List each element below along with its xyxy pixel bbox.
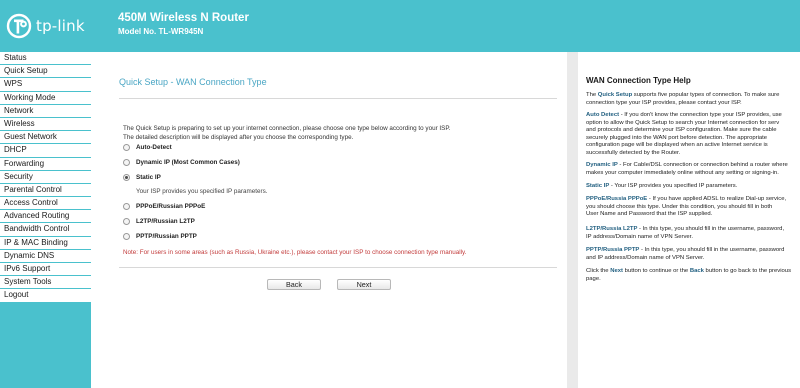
- sidebar-item-quick-setup[interactable]: Quick Setup: [0, 65, 91, 79]
- tp-link-logo-icon: [6, 13, 32, 39]
- sidebar: Status Quick Setup WPS Working Mode Netw…: [0, 52, 91, 388]
- help-auto-detect-l4: securely plugged into the WAN port befor…: [586, 134, 768, 141]
- sidebar-item-access-control[interactable]: Access Control: [0, 197, 91, 211]
- divider-bottom: [119, 267, 557, 268]
- sidebar-item-guest-network[interactable]: Guest Network: [0, 131, 91, 145]
- sidebar-item-dhcp[interactable]: DHCP: [0, 144, 91, 158]
- sidebar-item-system-tools[interactable]: System Tools: [0, 276, 91, 290]
- header-bar: tp-link 450M Wireless N Router Model No.…: [0, 0, 800, 52]
- main-panel: Quick Setup - WAN Connection Type The Qu…: [91, 52, 567, 388]
- help-title: WAN Connection Type Help: [586, 76, 691, 85]
- sidebar-item-dynamic-dns[interactable]: Dynamic DNS: [0, 249, 91, 263]
- option-l2tp[interactable]: L2TP/Russian L2TP: [123, 218, 195, 225]
- radio-static-ip[interactable]: [123, 174, 130, 181]
- help-nav-post: button to go back to the previous: [703, 268, 792, 274]
- sidebar-item-forwarding[interactable]: Forwarding: [0, 157, 91, 171]
- help-auto-detect-l2: option to allow the Quick Setup to searc…: [586, 119, 780, 126]
- help-nav-next: Next: [610, 268, 624, 274]
- help-pptp-l2: and IP address/Domain name of VPN Server…: [586, 254, 705, 261]
- sidebar-item-bandwidth-control[interactable]: Bandwidth Control: [0, 223, 91, 237]
- note-text: Note: For users in some areas (such as R…: [123, 249, 467, 256]
- help-pppoe: PPPoE/Russia PPPoE - If you have applied…: [586, 196, 800, 219]
- help-auto-detect: Auto Detect - If you don't know the conn…: [586, 112, 800, 158]
- help-term-quick-setup: Quick Setup: [597, 92, 633, 98]
- help-intro: The Quick Setup supports five popular ty…: [586, 92, 800, 107]
- help-dynamic-ip: Dynamic IP - For Cable/DSL connection or…: [586, 162, 800, 177]
- panel-divider: [567, 52, 578, 388]
- page-title: Quick Setup - WAN Connection Type: [119, 77, 267, 87]
- help-pptp: PPTP/Russia PPTP - In this type, you sho…: [586, 247, 800, 262]
- sidebar-item-network[interactable]: Network: [0, 104, 91, 118]
- help-term-auto-detect: Auto Detect: [586, 112, 620, 118]
- help-pppoe-l2: you should choose this type. Under this …: [586, 203, 773, 210]
- help-l2tp: L2TP/Russia L2TP - In this type, you sho…: [586, 226, 800, 241]
- help-term-pptp: PPTP/Russia PPTP: [586, 247, 640, 253]
- sidebar-item-working-mode[interactable]: Working Mode: [0, 91, 91, 105]
- help-l2tp-l2: IP address/Domain name of VPN Server.: [586, 233, 693, 240]
- help-nav-pre: Click the: [586, 268, 611, 274]
- help-auto-detect-l1: - If you don't know the connection type …: [619, 112, 782, 118]
- option-label-pptp: PPTP/Russian PPTP: [136, 233, 197, 240]
- help-auto-detect-l5: configuration page will be displayed whe…: [586, 142, 768, 149]
- help-pppoe-l1: - If you have applied ADSL to realize Di…: [647, 196, 787, 202]
- sidebar-item-wireless[interactable]: Wireless: [0, 117, 91, 132]
- next-button[interactable]: Next: [337, 279, 391, 290]
- help-static-ip-l1: - Your ISP provides you specified IP par…: [609, 183, 738, 189]
- sidebar-item-parental-control[interactable]: Parental Control: [0, 183, 91, 198]
- option-auto-detect[interactable]: Auto-Detect: [123, 144, 172, 151]
- radio-pppoe[interactable]: [123, 203, 130, 210]
- sidebar-item-advanced-routing[interactable]: Advanced Routing: [0, 210, 91, 224]
- option-pptp[interactable]: PPTP/Russian PPTP: [123, 233, 197, 240]
- static-ip-description: Your ISP provides you specified IP param…: [136, 188, 268, 195]
- help-nav-l2: page.: [586, 275, 601, 282]
- back-button[interactable]: Back: [267, 279, 321, 290]
- help-panel: WAN Connection Type Help The Quick Setup…: [578, 52, 800, 388]
- option-label-auto-detect: Auto-Detect: [136, 144, 172, 151]
- option-static-ip[interactable]: Static IP: [123, 174, 161, 181]
- option-pppoe[interactable]: PPPoE/Russian PPPoE: [123, 203, 205, 210]
- sidebar-item-ip-mac-binding[interactable]: IP & MAC Binding: [0, 236, 91, 250]
- help-term-pppoe: PPPoE/Russia PPPoE: [586, 196, 648, 202]
- help-intro-line2: connection type your ISP provides, pleas…: [586, 99, 742, 106]
- help-auto-detect-l3: and protocols and determine your ISP con…: [586, 127, 777, 134]
- help-dynamic-ip-l2: makes your computer immediately online w…: [586, 169, 779, 176]
- help-term-dynamic-ip: Dynamic IP: [586, 162, 618, 168]
- option-label-l2tp: L2TP/Russian L2TP: [136, 218, 195, 225]
- help-navigation: Click the Next button to continue or the…: [586, 268, 800, 283]
- tp-link-logo[interactable]: tp-link: [6, 12, 108, 40]
- sidebar-item-security[interactable]: Security: [0, 170, 91, 184]
- help-pppoe-l3: User Name and Password that the ISP supp…: [586, 211, 713, 218]
- radio-l2tp[interactable]: [123, 218, 130, 225]
- help-nav-mid: button to continue or the: [623, 268, 690, 274]
- help-nav-back: Back: [689, 268, 704, 274]
- divider-top: [119, 98, 557, 99]
- help-l2tp-l1: - In this type, you should fill in the u…: [637, 226, 785, 232]
- sidebar-item-logout[interactable]: Logout: [0, 289, 91, 303]
- help-intro-rest: supports five popular types of connectio…: [632, 92, 780, 98]
- help-intro-pre: The: [586, 92, 598, 98]
- logo-text: tp-link: [36, 17, 85, 35]
- help-static-ip: Static IP - Your ISP provides you specif…: [586, 183, 800, 191]
- option-label-pppoe: PPPoE/Russian PPPoE: [136, 203, 206, 210]
- help-term-l2tp: L2TP/Russia L2TP: [586, 226, 638, 232]
- radio-pptp[interactable]: [123, 233, 130, 240]
- product-title: 450M Wireless N Router: [118, 12, 249, 24]
- help-pptp-l1: - In this type, you should fill in the u…: [639, 247, 785, 253]
- product-model: Model No. TL-WR945N: [118, 27, 204, 36]
- radio-dynamic-ip[interactable]: [123, 159, 130, 166]
- option-label-static-ip: Static IP: [136, 174, 161, 181]
- radio-auto-detect[interactable]: [123, 144, 130, 151]
- help-term-static-ip: Static IP: [586, 183, 610, 189]
- help-dynamic-ip-l1: - For Cable/DSL connection or connection…: [617, 162, 788, 168]
- sidebar-item-status[interactable]: Status: [0, 52, 91, 66]
- help-auto-detect-l6: successfully detected by the Router.: [586, 149, 681, 156]
- intro-line-1: The Quick Setup is preparing to set up y…: [123, 125, 451, 132]
- sidebar-item-wps[interactable]: WPS: [0, 78, 91, 92]
- option-dynamic-ip[interactable]: Dynamic IP (Most Common Cases): [123, 159, 240, 166]
- intro-line-2: The detailed description will be display…: [123, 133, 354, 141]
- intro-text: The Quick Setup is preparing to set up y…: [123, 125, 451, 142]
- sidebar-item-ipv6-support[interactable]: IPv6 Support: [0, 263, 91, 277]
- option-label-dynamic-ip: Dynamic IP (Most Common Cases): [136, 159, 240, 166]
